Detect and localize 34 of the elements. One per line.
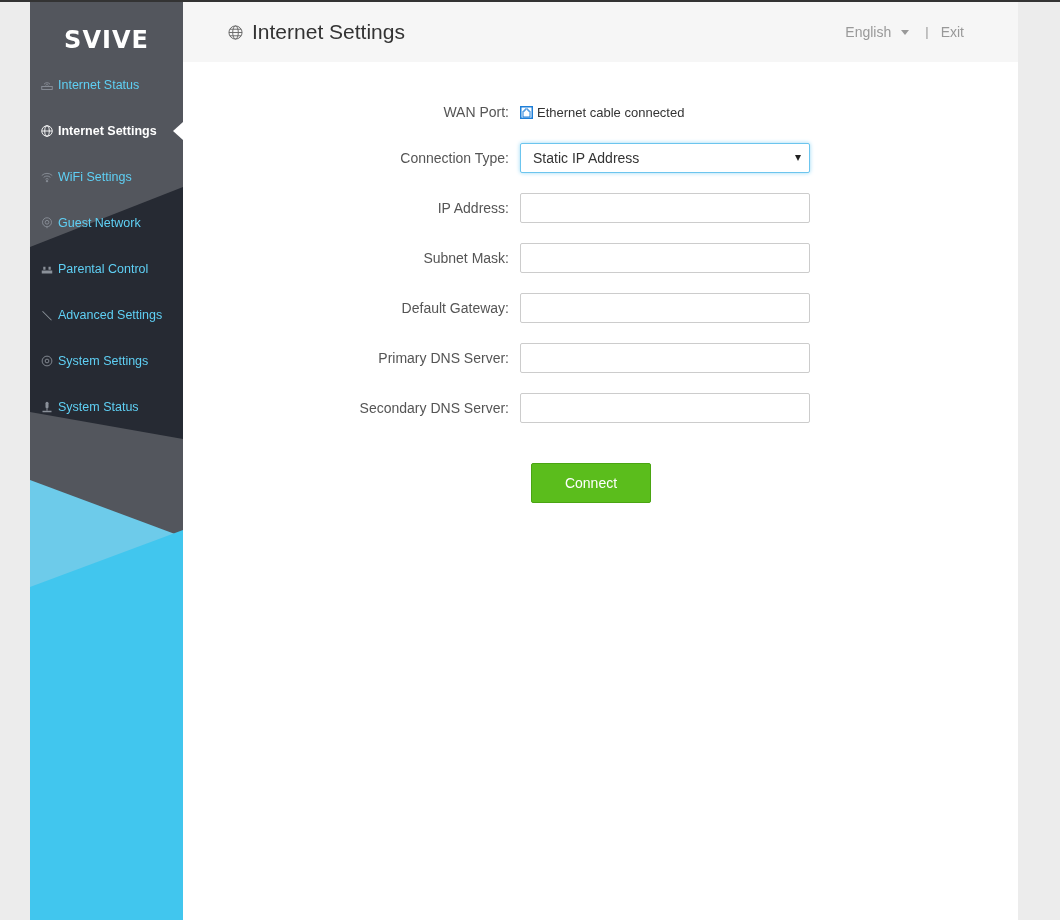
field-label: WAN Port:: [442, 103, 510, 122]
input-field[interactable]: [520, 343, 810, 373]
input-field[interactable]: [520, 293, 810, 323]
sidebar-item[interactable]: System Status: [30, 384, 183, 430]
signal-icon: [41, 217, 53, 229]
wifi-icon: [41, 171, 53, 183]
field-label: Subnet Mask:: [422, 248, 510, 268]
input-field[interactable]: [520, 393, 810, 423]
field-label: Connection Type:: [399, 148, 510, 168]
page-title: Internet Settings: [252, 19, 405, 46]
logo: SVIVE: [63, 25, 150, 56]
input-field[interactable]: [520, 243, 810, 273]
settings-icon: [41, 355, 53, 367]
sidebar-item[interactable]: Parental Control: [30, 246, 183, 292]
sidebar-item[interactable]: Guest Network: [30, 200, 183, 246]
field-label: Primary DNS Server:: [377, 348, 510, 368]
microphone-icon: [41, 401, 53, 413]
caret-icon: [795, 155, 801, 161]
input-field[interactable]: [520, 193, 810, 223]
sidebar-item[interactable]: Advanced Settings: [30, 292, 183, 338]
caret-icon: [901, 29, 910, 35]
sidebar-item[interactable]: System Settings: [30, 338, 183, 384]
sidebar-item[interactable]: WiFi Settings: [30, 154, 183, 200]
router-icon: [41, 79, 53, 91]
sidebar-item[interactable]: Internet Status: [30, 62, 183, 108]
ethernet-port-icon: [520, 106, 533, 119]
globe-icon: [228, 24, 243, 40]
wan-status-text: Ethernet cable connected: [537, 103, 685, 122]
separator: |: [925, 23, 929, 42]
globe-icon: [41, 125, 53, 137]
field-label: Secondary DNS Server:: [358, 398, 510, 418]
field-label: Default Gateway:: [400, 298, 510, 318]
field-label: IP Address:: [436, 198, 510, 218]
connection-type-select[interactable]: Static IP Address: [520, 143, 810, 173]
